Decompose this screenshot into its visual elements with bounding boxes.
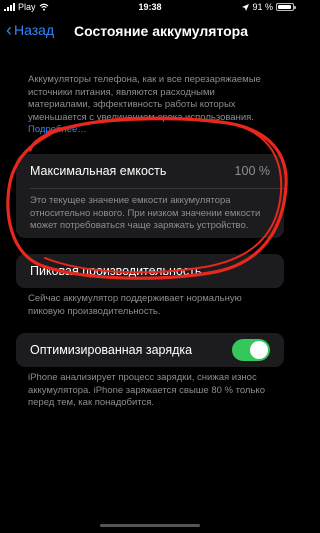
status-bar-right: 91 % [242, 2, 296, 12]
home-indicator [100, 524, 200, 527]
location-arrow-icon [242, 3, 250, 11]
divider [30, 188, 284, 189]
learn-more-link[interactable]: Подробнее… [28, 124, 87, 135]
toggle-knob [250, 341, 268, 359]
battery-percentage: 91 % [252, 2, 273, 12]
navigation-bar: ‹ Назад Состояние аккумулятора [0, 18, 300, 44]
chevron-left-icon: ‹ [6, 20, 12, 40]
peak-performance-label: Пиковая производительность [30, 264, 202, 278]
intro-text: Аккумуляторы телефона, как и все перезар… [28, 74, 278, 137]
battery-icon [276, 3, 296, 11]
page-title: Состояние аккумулятора [74, 23, 249, 39]
optimized-charging-description: iPhone анализирует процесс зарядки, сниж… [28, 372, 265, 408]
back-button-label: Назад [14, 22, 55, 38]
peak-performance-description: Сейчас аккумулятор поддерживает нормальн… [28, 293, 242, 317]
max-capacity-description: Это текущее значение емкости аккумулятор… [30, 195, 261, 231]
status-bar: Play 19:38 91 % [0, 0, 300, 14]
max-capacity-cell: Максимальная емкость 100 % Это текущее з… [16, 154, 284, 238]
intro-description: Аккумуляторы телефона, как и все перезар… [28, 74, 261, 123]
optimized-charging-label: Оптимизированная зарядка [30, 343, 193, 357]
back-button[interactable]: ‹ Назад [6, 20, 55, 40]
optimized-charging-cell: Оптимизированная зарядка [16, 333, 284, 367]
peak-performance-cell: Пиковая производительность [16, 254, 284, 288]
max-capacity-value: 100 % [234, 164, 270, 178]
optimized-charging-toggle[interactable] [232, 339, 270, 361]
max-capacity-label: Максимальная емкость [30, 164, 167, 178]
